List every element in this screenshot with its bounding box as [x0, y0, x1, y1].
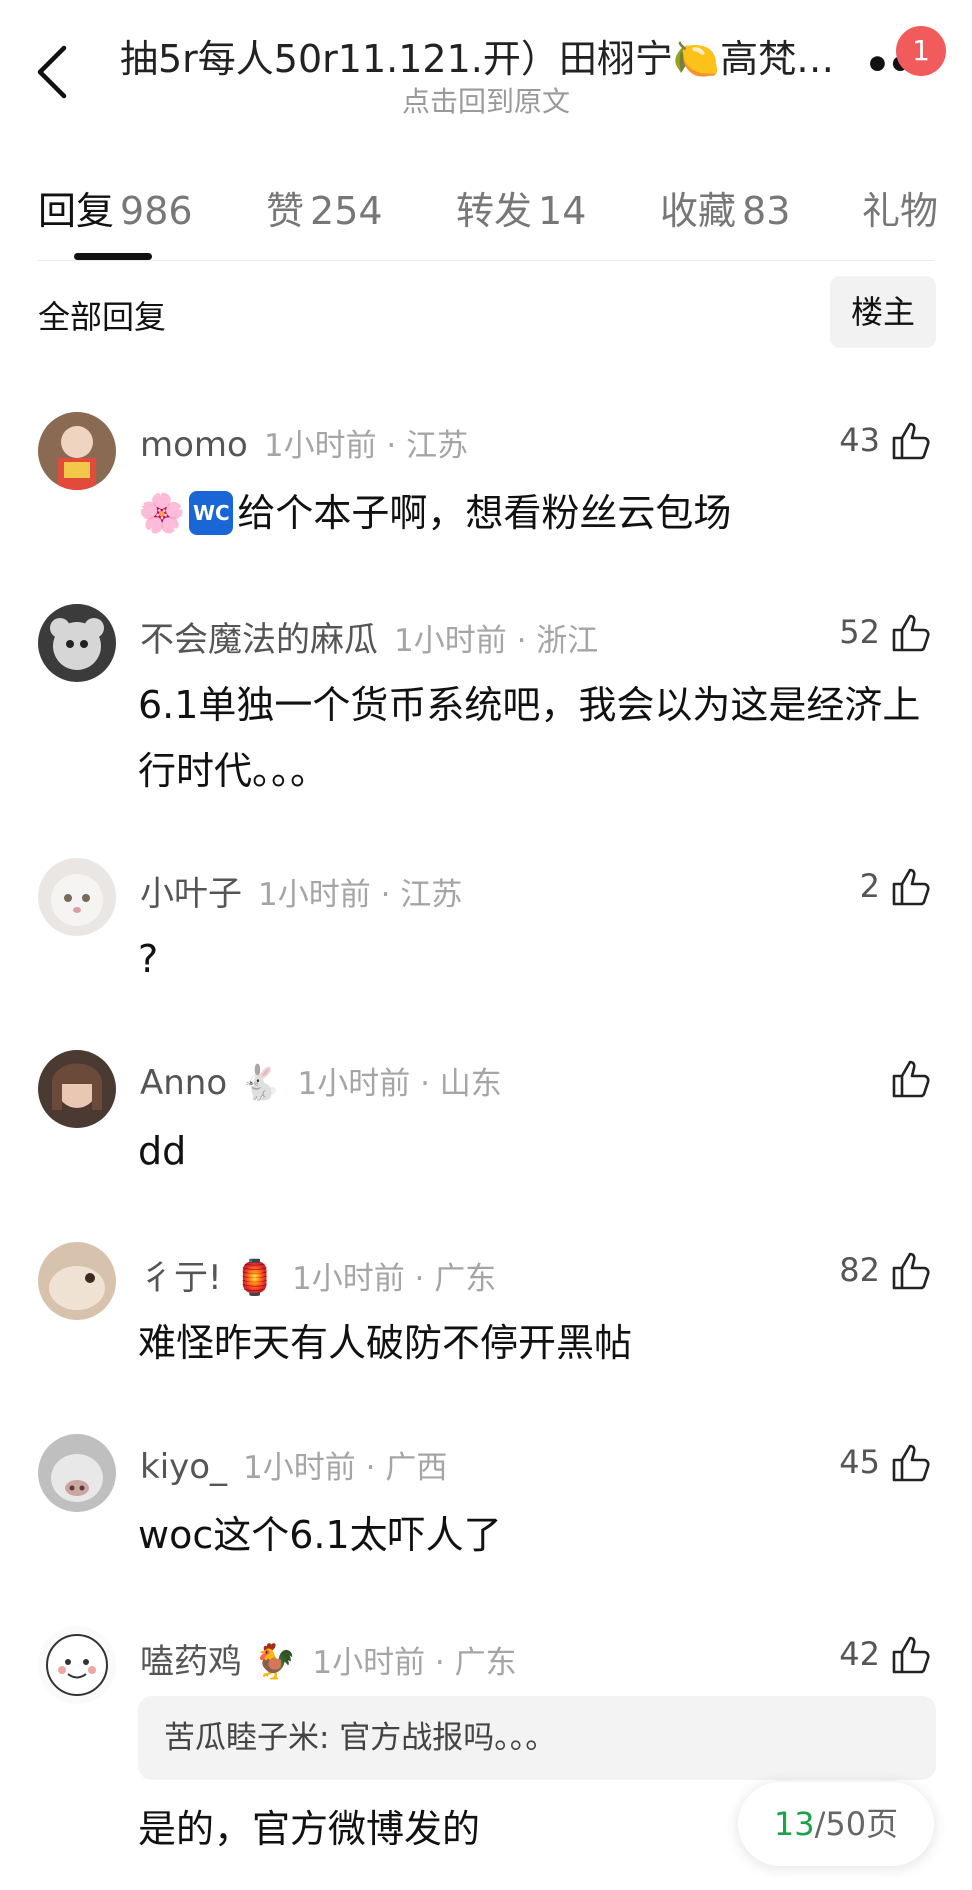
thumbs-up-icon[interactable] [890, 864, 934, 908]
thumbs-up-icon[interactable] [890, 418, 934, 462]
like-control[interactable]: 52 [839, 604, 934, 660]
comment-text: woc这个6.1太吓人了 [138, 1513, 502, 1557]
comment-item: kiyo_ 1小时前 · 广西 45 woc这个6.1太吓人了 [0, 1434, 972, 1574]
comment-item: 不会魔法的麻瓜 1小时前 · 浙江 52 6.1单独一个货币系统吧，我会以为这是经… [0, 604, 972, 804]
thumbs-up-icon[interactable] [890, 610, 934, 654]
like-count: 43 [839, 421, 880, 459]
like-control[interactable]: 43 [839, 412, 934, 468]
like-count: 82 [839, 1251, 880, 1289]
thumbs-up-icon[interactable] [890, 1632, 934, 1676]
tab-divider [38, 260, 934, 261]
thumbs-up-icon[interactable] [890, 1056, 934, 1100]
timestamp-location: 1小时前 · 广西 [243, 1450, 448, 1486]
flower-emoji: 🌸 [138, 491, 186, 535]
tab-count: 14 [538, 189, 587, 233]
tab-label: 礼物 [862, 189, 939, 233]
username[interactable]: kiyo_ [140, 1447, 227, 1487]
comment-text: 难怪昨天有人破防不停开黑帖 [138, 1321, 633, 1365]
tab-label: 收藏 [660, 189, 737, 233]
comment-item: momo 1小时前 · 江苏 43 🌸 WC 给个本子啊，想看粉丝云包场 [0, 412, 972, 572]
back-to-original-link[interactable]: 点击回到原文 [0, 80, 972, 120]
tab-label: 回复 [38, 189, 115, 233]
username[interactable]: momo [140, 425, 248, 465]
timestamp-location: 1小时前 · 山东 [297, 1066, 502, 1102]
comment-meta: Anno 🐇 1小时前 · 山东 [140, 1058, 502, 1103]
like-control[interactable]: 42 [839, 1626, 934, 1682]
timestamp-location: 1小时前 · 浙江 [394, 623, 599, 659]
tab-reposts[interactable]: 转发 14 [456, 180, 586, 235]
username[interactable]: 不会魔法的麻瓜 [140, 620, 378, 660]
comment-text: 🌸 WC 给个本子啊，想看粉丝云包场 [138, 480, 938, 546]
tab-replies[interactable]: 回复 986 [38, 180, 193, 235]
username[interactable]: 小叶子 [140, 874, 242, 914]
comment-meta: kiyo_ 1小时前 · 广西 [140, 1442, 447, 1487]
rooster-emoji: 🐓 [254, 1642, 297, 1682]
username[interactable]: Anno [140, 1063, 227, 1103]
avatar[interactable] [38, 604, 116, 682]
lantern-emoji: 🏮 [233, 1258, 276, 1298]
notification-badge[interactable]: 1 [896, 26, 946, 76]
avatar[interactable] [38, 1050, 116, 1128]
username[interactable]: 彳亍! [140, 1258, 222, 1298]
filter-all-replies[interactable]: 全部回复 [38, 292, 166, 338]
quoted-reply[interactable]: 苦瓜睦子米: 官方战报吗。。。 [138, 1696, 936, 1780]
avatar[interactable] [38, 1626, 116, 1704]
timestamp-location: 1小时前 · 江苏 [263, 428, 469, 464]
comment-body: 给个本子啊，想看粉丝云包场 [237, 491, 732, 535]
rabbit-emoji: 🐇 [239, 1063, 282, 1103]
page-indicator[interactable]: 13/50页 [738, 1782, 934, 1866]
like-count: 45 [839, 1443, 880, 1481]
comment-meta: 不会魔法的麻瓜 1小时前 · 浙江 [140, 612, 598, 661]
tab-count: 83 [742, 189, 791, 233]
tab-label: 转发 [456, 189, 533, 233]
thumbs-up-icon[interactable] [890, 1440, 934, 1484]
like-count: 52 [839, 613, 880, 651]
avatar[interactable] [38, 858, 116, 936]
tab-label: 赞 [266, 189, 305, 233]
timestamp-location: 1小时前 · 江苏 [258, 877, 463, 913]
like-count: 42 [839, 1635, 880, 1673]
comment-meta: 嗑药鸡 🐓 1小时前 · 广东 [140, 1634, 517, 1683]
comment-text: ? [138, 937, 159, 981]
comment-item: 小叶子 1小时前 · 江苏 2 ? [0, 858, 972, 998]
total-pages: /50页 [814, 1805, 899, 1843]
like-control[interactable] [880, 1050, 934, 1106]
comment-text: 6.1单独一个货币系统吧，我会以为这是经济上行时代。。。 [138, 683, 921, 793]
tab-likes[interactable]: 赞 254 [266, 180, 383, 235]
thumbs-up-icon[interactable] [890, 1248, 934, 1292]
timestamp-location: 1小时前 · 广东 [291, 1261, 497, 1297]
timestamp-location: 1小时前 · 广东 [312, 1645, 517, 1681]
comment-meta: 彳亍! 🏮 1小时前 · 广东 [140, 1250, 496, 1299]
top-bar: 抽5r每人50r11.121.开）田栩宁🍋高梵… 点击回到原文 •• 1 [0, 0, 972, 150]
comment-meta: 小叶子 1小时前 · 江苏 [140, 866, 462, 915]
current-page: 13 [773, 1805, 815, 1843]
like-control[interactable]: 82 [839, 1242, 934, 1298]
post-title[interactable]: 抽5r每人50r11.121.开）田栩宁🍋高梵… [120, 28, 840, 83]
tab-count: 986 [120, 189, 193, 233]
owner-only-button[interactable]: 楼主 [830, 276, 936, 348]
avatar[interactable] [38, 1242, 116, 1320]
tab-bar: 回复 986 赞 254 转发 14 收藏 83 礼物 [0, 170, 972, 260]
avatar[interactable] [38, 412, 116, 490]
comment-item: 彳亍! 🏮 1小时前 · 广东 82 难怪昨天有人破防不停开黑帖 [0, 1242, 972, 1382]
tab-gifts[interactable]: 礼物 [862, 180, 938, 235]
like-control[interactable]: 45 [839, 1434, 934, 1490]
active-tab-indicator [74, 253, 152, 260]
like-control[interactable]: 2 [860, 858, 934, 914]
wc-badge-icon: WC [189, 490, 234, 535]
username[interactable]: 嗑药鸡 [140, 1642, 242, 1682]
avatar[interactable] [38, 1434, 116, 1512]
comment-meta: momo 1小时前 · 江苏 [140, 420, 468, 465]
tab-count: 254 [310, 189, 383, 233]
comment-item: Anno 🐇 1小时前 · 山东 dd [0, 1050, 972, 1190]
comment-text: dd [138, 1129, 187, 1173]
tab-favorites[interactable]: 收藏 83 [660, 180, 790, 235]
like-count: 2 [859, 867, 880, 905]
